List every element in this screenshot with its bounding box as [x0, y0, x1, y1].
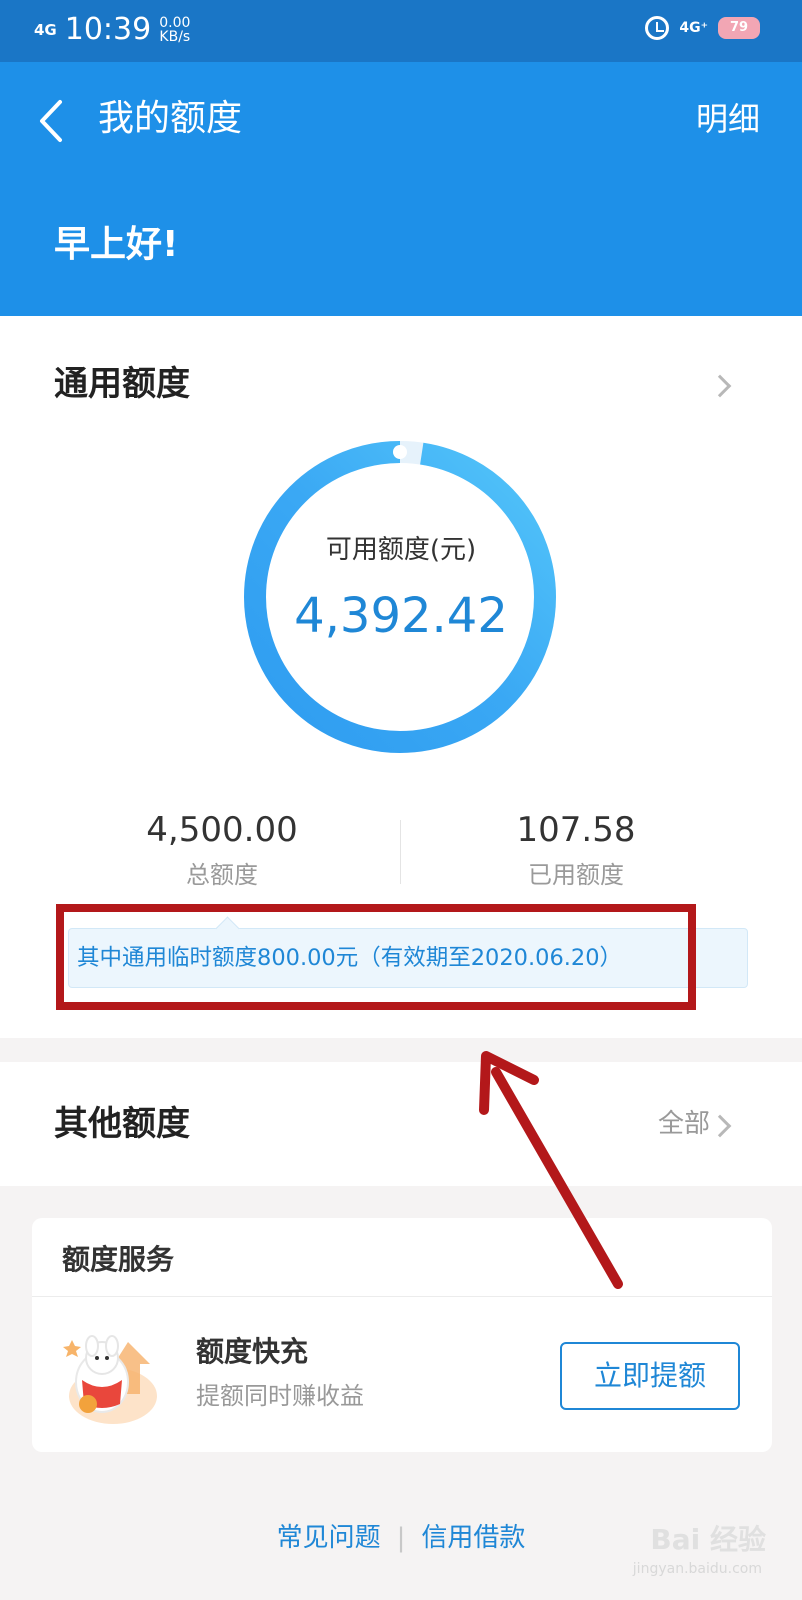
mascot-icon	[63, 1335, 157, 1424]
quota-service-card: 额度服务 额度快充 提额同时赚收益 立即提额	[32, 1218, 772, 1452]
quota-service-title: 额度服务	[62, 1243, 175, 1276]
signal-icon: 4G	[34, 21, 57, 39]
detail-link[interactable]: 明细	[696, 92, 760, 146]
section-divider	[32, 1296, 772, 1297]
other-quota-title: 其他额度	[54, 1104, 190, 1144]
faq-link[interactable]: 常见问题	[277, 1523, 381, 1553]
quota-boost-desc: 提额同时赚收益	[196, 1382, 364, 1410]
chevron-right-icon[interactable]	[708, 374, 732, 398]
baidu-watermark-url: jingyan.baidu.com	[632, 1561, 762, 1577]
network-speed: 0.00 KB/s	[159, 15, 191, 45]
used-quota-stat: 107.58 已用额度	[426, 808, 726, 894]
back-arrow-icon[interactable]	[34, 96, 74, 146]
baidu-watermark: Bai 经验	[650, 1523, 766, 1556]
chevron-right-icon[interactable]	[708, 1114, 732, 1138]
annotation-highlight-box	[56, 904, 696, 1010]
total-quota-label: 总额度	[186, 861, 258, 889]
alarm-icon	[645, 16, 670, 40]
page-title: 我的额度	[98, 98, 243, 139]
available-label: 可用额度(元)	[325, 535, 477, 565]
clock-time: 10:39	[64, 12, 152, 47]
available-value: 4,392.42	[294, 588, 508, 644]
stat-divider	[400, 820, 401, 884]
view-all-link[interactable]: 全部	[658, 1104, 710, 1144]
total-quota-stat: 4,500.00 总额度	[72, 808, 372, 894]
greeting-text: 早上好!	[54, 224, 179, 265]
battery-icon: 79	[718, 17, 760, 39]
total-quota-value: 4,500.00	[146, 810, 298, 850]
network-type: 4G⁺	[679, 20, 708, 36]
general-quota-title[interactable]: 通用额度	[54, 360, 190, 408]
app-header: 我的额度 明细 早上好!	[0, 62, 802, 316]
other-quota-card: 其他额度 全部	[0, 1062, 802, 1186]
used-quota-value: 107.58	[516, 810, 636, 850]
credit-loan-link[interactable]: 信用借款	[421, 1523, 525, 1553]
footer-separator: |	[396, 1523, 406, 1553]
raise-quota-button[interactable]: 立即提额	[560, 1342, 740, 1410]
used-quota-label: 已用额度	[528, 861, 624, 889]
ring-start-dot	[393, 445, 407, 459]
quota-boost-name: 额度快充	[196, 1335, 309, 1368]
status-bar: 4G 10:39 0.00 KB/s 4G⁺ 79	[0, 0, 802, 62]
